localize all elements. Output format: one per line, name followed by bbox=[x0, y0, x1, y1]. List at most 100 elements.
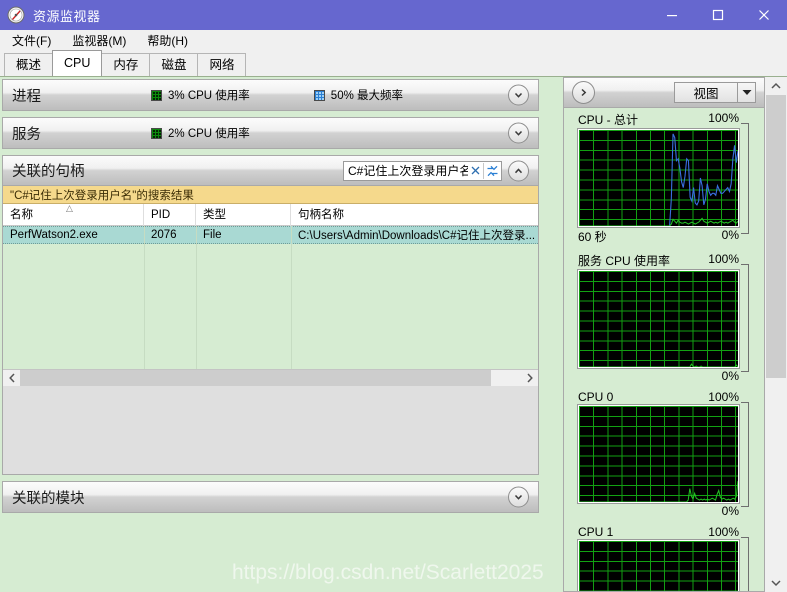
graph-cpu-1: CPU 1 100% bbox=[564, 523, 749, 591]
graph-list: CPU - 总计 100% 60 秒 0% 服务 CPU 使用率 100% 0%… bbox=[564, 109, 749, 591]
graph-cpu-0: CPU 0 100% 0% bbox=[564, 388, 749, 523]
panel-services-title: 服务 bbox=[12, 126, 41, 143]
graph-cpu-0-canvas bbox=[577, 404, 740, 504]
table-row[interactable]: PerfWatson2.exe 2076 File C:\Users\Admin… bbox=[3, 226, 538, 244]
graph-cpu-total-title: CPU - 总计 bbox=[578, 113, 639, 127]
graph-panel-header: 视图 bbox=[564, 78, 764, 108]
graph-cpu-0-title: CPU 0 bbox=[578, 390, 614, 404]
column-header-pid[interactable]: PID bbox=[144, 203, 196, 226]
graph-services-cpu-labels: 服务 CPU 使用率 100% bbox=[578, 250, 739, 270]
handles-grid-body: PerfWatson2.exe 2076 File C:\Users\Admin… bbox=[3, 226, 538, 369]
graph-cpu-total-xlabel: 60 秒 bbox=[578, 230, 607, 244]
graph-axis-bracket bbox=[741, 264, 749, 372]
graph-cpu-1-ymax: 100% bbox=[708, 525, 739, 539]
panel-processes: 进程 3% CPU 使用率 50% 最大频率 bbox=[2, 79, 539, 111]
graph-cpu-total-labels: CPU - 总计 100% bbox=[578, 109, 739, 129]
graph-cpu-total-ymax: 100% bbox=[708, 111, 739, 125]
maximize-button[interactable] bbox=[695, 0, 741, 30]
green-graph-swatch bbox=[151, 89, 162, 101]
services-cpu-text: 2% CPU 使用率 bbox=[168, 128, 250, 140]
chevron-right-icon[interactable] bbox=[572, 81, 595, 104]
chevron-down-icon[interactable] bbox=[765, 574, 787, 592]
column-header-name[interactable]: 名称 bbox=[3, 203, 144, 226]
vertical-scroll-track[interactable] bbox=[765, 95, 787, 574]
tab-strip: 概述 CPU 内存 磁盘 网络 bbox=[0, 50, 787, 77]
handle-search-group: C#记住上次登录用户名 bbox=[343, 160, 502, 181]
graph-services-cpu-plot bbox=[579, 271, 738, 367]
panel-services: 服务 2% CPU 使用率 bbox=[2, 117, 539, 149]
minimize-button[interactable] bbox=[649, 0, 695, 30]
content-area: 进程 3% CPU 使用率 50% 最大频率 服务 2% CPU 使用率 关联的… bbox=[0, 77, 787, 592]
graph-services-cpu-title: 服务 CPU 使用率 bbox=[578, 254, 671, 268]
chevron-up-icon[interactable] bbox=[765, 77, 787, 95]
graph-gridlines bbox=[579, 541, 738, 591]
processes-freq-summary: 50% 最大频率 bbox=[313, 87, 403, 103]
graph-services-cpu-canvas bbox=[577, 269, 740, 369]
close-button[interactable] bbox=[741, 0, 787, 30]
graph-cpu-total-footer: 60 秒 0% bbox=[578, 227, 739, 250]
graph-services-cpu-ymin: 0% bbox=[721, 369, 739, 383]
panel-handles: 关联的句柄 C#记住上次登录用户名 "C#记住上次登录用户名"的搜索结果 名称 … bbox=[2, 155, 539, 475]
column-header-handle-name[interactable]: 句柄名称 bbox=[291, 204, 537, 226]
tab-network[interactable]: 网络 bbox=[197, 53, 247, 76]
graph-cpu-total-canvas bbox=[577, 128, 740, 228]
menu-item-file[interactable]: 文件(F) bbox=[3, 30, 60, 51]
horizontal-scroll-thumb[interactable] bbox=[20, 370, 491, 386]
view-dropdown-button[interactable]: 视图 bbox=[674, 82, 756, 103]
panel-processes-header[interactable]: 进程 3% CPU 使用率 50% 最大频率 bbox=[3, 80, 538, 110]
graph-services-cpu-footer: 0% bbox=[578, 368, 739, 388]
green-graph-swatch bbox=[151, 127, 162, 139]
sort-ascending-icon: △ bbox=[66, 203, 73, 213]
panel-services-header[interactable]: 服务 2% CPU 使用率 bbox=[3, 118, 538, 148]
processes-cpu-summary: 3% CPU 使用率 bbox=[151, 87, 250, 103]
column-header-type[interactable]: 类型 bbox=[196, 203, 291, 226]
cell-type: File bbox=[203, 229, 222, 241]
graph-services-cpu-ymax: 100% bbox=[708, 252, 739, 266]
horizontal-scrollbar[interactable] bbox=[3, 369, 538, 386]
search-input[interactable]: C#记住上次登录用户名 bbox=[343, 160, 502, 181]
tab-disk[interactable]: 磁盘 bbox=[149, 53, 199, 76]
menu-item-monitor[interactable]: 监视器(M) bbox=[63, 30, 135, 51]
view-dropdown-label: 视图 bbox=[693, 87, 719, 101]
graph-cpu-1-title: CPU 1 bbox=[578, 525, 614, 539]
panel-handles-title: 关联的句柄 bbox=[12, 164, 85, 180]
vertical-scrollbar[interactable] bbox=[765, 77, 787, 592]
chevron-down-icon[interactable] bbox=[508, 486, 529, 508]
panel-modules-title: 关联的模块 bbox=[12, 490, 85, 507]
tab-memory[interactable]: 内存 bbox=[101, 53, 151, 76]
processes-cpu-text: 3% CPU 使用率 bbox=[168, 90, 250, 102]
panel-handles-header: 关联的句柄 C#记住上次登录用户名 bbox=[3, 156, 538, 186]
graph-cpu-0-labels: CPU 0 100% bbox=[578, 388, 739, 405]
search-result-text: "C#记住上次登录用户名"的搜索结果 bbox=[10, 189, 194, 202]
horizontal-scroll-track[interactable] bbox=[20, 370, 521, 386]
graph-services-cpu: 服务 CPU 使用率 100% 0% bbox=[564, 250, 749, 388]
caret-down-icon[interactable] bbox=[738, 89, 755, 96]
search-result-bar: "C#记住上次登录用户名"的搜索结果 bbox=[3, 186, 538, 204]
menu-item-help[interactable]: 帮助(H) bbox=[138, 30, 197, 51]
cell-pid: 2076 bbox=[151, 229, 177, 241]
chevron-down-icon[interactable] bbox=[508, 122, 529, 144]
chevron-left-icon[interactable] bbox=[3, 370, 20, 386]
tab-overview[interactable]: 概述 bbox=[4, 53, 54, 76]
window-controls bbox=[649, 0, 787, 30]
title-bar: 资源监视器 bbox=[0, 0, 787, 30]
graph-cpu-1-labels: CPU 1 100% bbox=[578, 523, 739, 540]
tab-cpu[interactable]: CPU bbox=[52, 50, 103, 76]
chevron-down-icon[interactable] bbox=[508, 84, 529, 106]
graph-cpu-0-plot bbox=[579, 406, 738, 502]
vertical-scroll-thumb[interactable] bbox=[766, 95, 786, 378]
chevron-right-icon[interactable] bbox=[521, 370, 538, 386]
graph-cpu-0-ymax: 100% bbox=[708, 390, 739, 404]
services-cpu-summary: 2% CPU 使用率 bbox=[151, 125, 250, 141]
chevron-up-icon[interactable] bbox=[508, 160, 529, 181]
graph-axis-bracket bbox=[741, 123, 749, 234]
panel-modules-header[interactable]: 关联的模块 bbox=[3, 482, 538, 512]
cell-name: PerfWatson2.exe bbox=[10, 229, 98, 241]
search-input-value[interactable]: C#记住上次登录用户名 bbox=[344, 162, 468, 179]
graph-cpu-0-ymin: 0% bbox=[721, 504, 739, 518]
refresh-arrows-icon[interactable] bbox=[483, 162, 501, 179]
menu-bar: 文件(F) 监视器(M) 帮助(H) bbox=[0, 30, 787, 51]
graph-axis-bracket bbox=[741, 537, 749, 591]
close-x-icon[interactable] bbox=[468, 165, 483, 177]
blue-graph-swatch bbox=[313, 89, 325, 101]
